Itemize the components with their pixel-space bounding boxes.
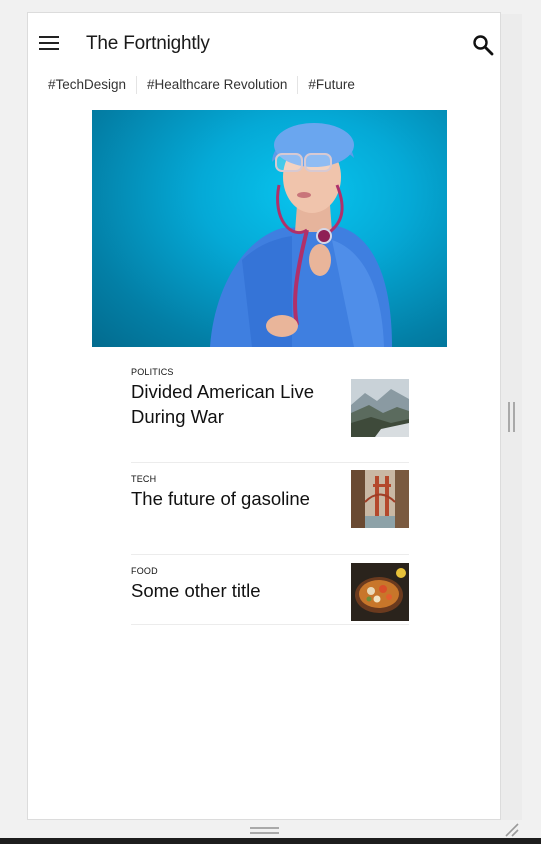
tag-techdesign[interactable]: #TechDesign [38,76,136,94]
corner-resize-handle[interactable] [503,821,520,838]
article-thumbnail [351,563,409,621]
article-item[interactable]: POLITICS Divided American Live During Wa… [131,367,409,463]
app-title: The Fortnightly [86,33,210,54]
article-title: Some other title [131,580,261,601]
search-icon[interactable] [471,33,495,57]
article-category: FOOD [131,566,158,576]
tag-healthcare-revolution[interactable]: #Healthcare Revolution [136,76,297,94]
article-item[interactable]: TECH The future of gasoline [131,470,409,555]
article-list: POLITICS Divided American Live During Wa… [131,367,409,625]
article-title: Divided American Live During War [131,381,315,427]
vertical-resize-handle[interactable] [250,827,279,834]
taskbar-strip [0,838,541,844]
tag-bar: #TechDesign #Healthcare Revolution #Futu… [38,76,365,94]
article-thumbnail [351,470,409,528]
hero-image[interactable] [92,110,447,347]
article-thumbnail [351,379,409,437]
app-screen: The Fortnightly #TechDesign #Healthcare … [27,12,501,820]
menu-icon[interactable] [39,36,59,52]
horizontal-resize-handle[interactable] [508,402,515,432]
tag-future[interactable]: #Future [297,76,365,94]
article-category: TECH [131,474,157,484]
article-category: POLITICS [131,367,174,377]
article-item[interactable]: FOOD Some other title [131,563,409,625]
article-title: The future of gasoline [131,488,310,509]
